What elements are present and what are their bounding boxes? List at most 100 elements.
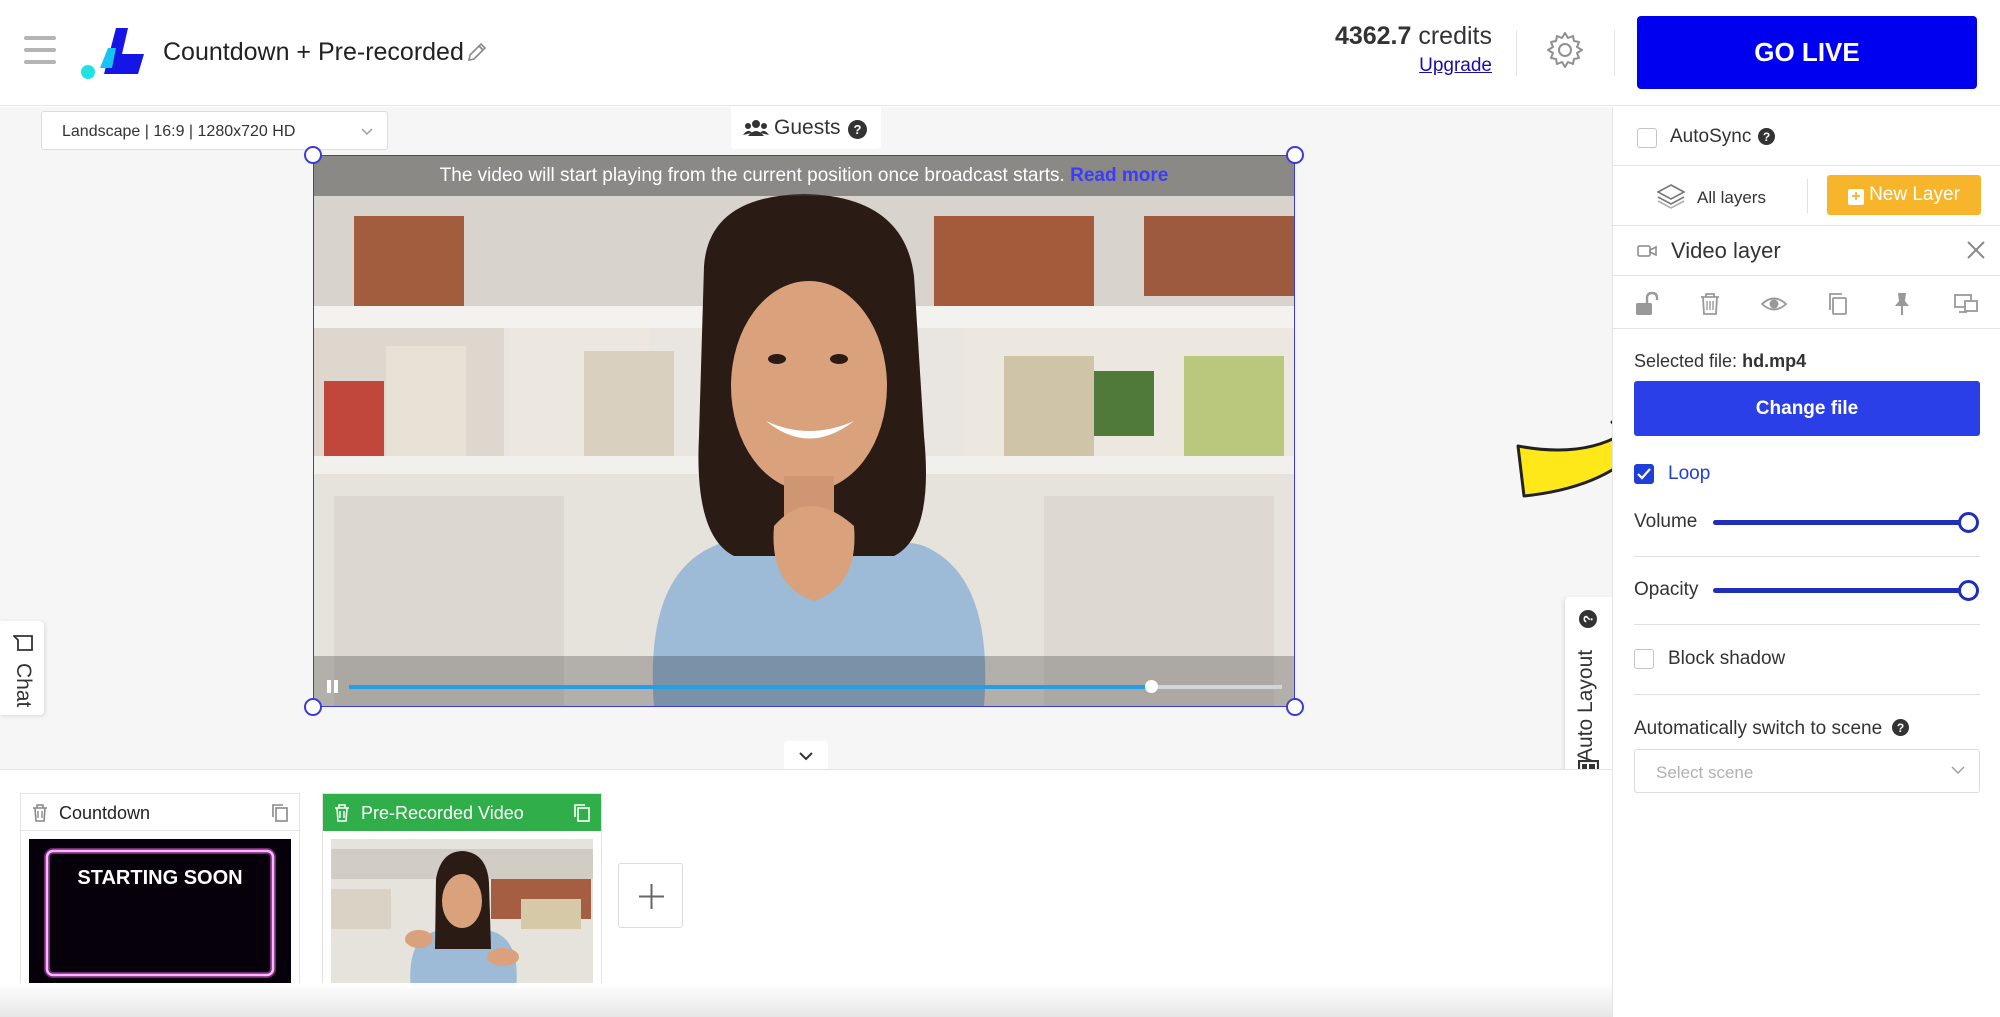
plus-icon: + xyxy=(1848,189,1865,205)
header-divider xyxy=(1516,30,1517,76)
all-layers-label: All layers xyxy=(1697,188,1766,207)
bottom-shadow xyxy=(0,983,1612,1017)
layer-title: Video layer xyxy=(1671,238,1781,263)
read-more-link[interactable]: Read more xyxy=(1070,165,1168,186)
copy-icon[interactable] xyxy=(573,803,591,823)
collapse-scenes-button[interactable] xyxy=(784,741,828,771)
chat-tab[interactable]: Chat xyxy=(0,621,44,715)
divider xyxy=(1613,225,2000,226)
resize-handle-top-right[interactable] xyxy=(1286,146,1304,164)
header-divider xyxy=(1614,30,1615,76)
scene-name: Countdown xyxy=(59,803,151,823)
guests-tab[interactable]: Guests ? xyxy=(731,107,881,149)
app: Countdown + Pre-recorded 4362.7 credits … xyxy=(0,0,2000,1017)
resize-handle-bottom-left[interactable] xyxy=(304,698,322,716)
video-preview xyxy=(314,156,1294,706)
trash-icon[interactable] xyxy=(333,803,351,823)
block-shadow-checkbox[interactable] xyxy=(1634,649,1654,669)
gear-icon[interactable] xyxy=(1545,30,1585,70)
slider-fill xyxy=(1713,588,1968,593)
pause-icon[interactable] xyxy=(326,679,340,695)
video-stage[interactable]: The video will start playing from the cu… xyxy=(313,155,1295,707)
all-layers-button[interactable]: All layers xyxy=(1657,177,1827,215)
scene-header: Countdown xyxy=(21,794,299,831)
close-icon[interactable] xyxy=(1964,238,1988,262)
unlock-icon[interactable] xyxy=(1633,291,1659,317)
help-icon[interactable]: ? xyxy=(1758,128,1775,145)
resize-handle-top-left[interactable] xyxy=(304,146,322,164)
divider xyxy=(1613,275,2000,276)
divider xyxy=(1613,165,2000,166)
logo-icon xyxy=(81,28,144,79)
volume-slider[interactable] xyxy=(1713,512,1979,533)
loop-label: Loop xyxy=(1668,463,1711,484)
eye-icon[interactable] xyxy=(1761,291,1787,317)
users-icon xyxy=(743,120,769,136)
upgrade-link[interactable]: Upgrade xyxy=(1419,55,1492,77)
slider-fill xyxy=(1713,520,1968,525)
svg-text:?: ? xyxy=(854,122,862,137)
change-file-button[interactable]: Change file xyxy=(1634,381,1980,436)
selected-file-name: hd.mp4 xyxy=(1742,351,1807,371)
chevron-down-icon xyxy=(361,128,373,135)
chat-label: Chat xyxy=(12,663,35,708)
scene-name: Pre-Recorded Video xyxy=(361,803,524,823)
top-header: Countdown + Pre-recorded 4362.7 credits … xyxy=(0,0,2000,106)
screens-icon[interactable] xyxy=(1953,291,1979,317)
resolution-select[interactable]: Landscape | 16:9 | 1280x720 HD xyxy=(41,111,388,150)
auto-switch-label: Automatically switch to scene xyxy=(1634,718,1883,739)
divider xyxy=(1634,624,1980,625)
video-camera-icon xyxy=(1637,245,1657,257)
auto-layout-tab[interactable]: ? Auto Layout xyxy=(1565,597,1612,790)
checkmark-icon xyxy=(1637,468,1651,480)
help-icon[interactable]: ? xyxy=(1578,609,1598,629)
opacity-label: Opacity xyxy=(1634,579,1699,600)
copy-icon[interactable] xyxy=(271,803,289,823)
selected-file: Selected file: hd.mp4 xyxy=(1634,351,1806,372)
go-live-button[interactable]: GO LIVE xyxy=(1637,16,1977,89)
divider-vertical xyxy=(1807,179,1808,213)
copy-icon[interactable] xyxy=(1825,291,1851,317)
auto-layout-label: Auto Layout xyxy=(1574,649,1597,762)
scene-card-pre-recorded[interactable]: Pre-Recorded Video xyxy=(322,793,602,998)
layers-icon xyxy=(1657,184,1685,209)
thumbnail-text: STARTING SOON xyxy=(77,867,242,889)
edit-pencil-icon[interactable] xyxy=(466,41,488,63)
new-layer-button[interactable]: + New Layer xyxy=(1827,175,1981,215)
pin-icon[interactable] xyxy=(1889,291,1915,317)
credits-unit: credits xyxy=(1418,22,1492,50)
svg-text:?: ? xyxy=(1897,721,1904,735)
slider-thumb[interactable] xyxy=(1957,512,1979,533)
help-icon[interactable]: ? xyxy=(1892,719,1909,736)
divider xyxy=(1613,328,2000,329)
divider xyxy=(1634,694,1980,695)
hamburger-menu-icon[interactable] xyxy=(24,36,56,66)
notice-text: The video will start playing from the cu… xyxy=(439,165,1065,186)
project-title: Countdown + Pre-recorded xyxy=(163,38,464,66)
progress-thumb[interactable] xyxy=(1144,680,1158,693)
guests-label: Guests xyxy=(774,116,841,139)
video-controls xyxy=(314,666,1294,706)
autosync-label: AutoSync xyxy=(1670,126,1752,147)
block-shadow-label: Block shadow xyxy=(1668,648,1786,669)
layer-settings-panel: AutoSync ? All layers + New Layer Video l… xyxy=(1612,107,2000,1017)
divider xyxy=(1634,556,1980,557)
credits-value: 4362.7 xyxy=(1334,22,1412,50)
trash-icon[interactable] xyxy=(31,803,49,823)
slider-thumb[interactable] xyxy=(1957,580,1979,601)
volume-label: Volume xyxy=(1634,511,1698,532)
resolution-value: Landscape | 16:9 | 1280x720 HD xyxy=(62,123,296,140)
scene-header: Pre-Recorded Video xyxy=(323,794,601,831)
loop-checkbox[interactable] xyxy=(1634,464,1654,484)
video-progress-bar[interactable] xyxy=(349,680,1282,693)
resize-handle-bottom-right[interactable] xyxy=(1286,698,1304,716)
progress-fill xyxy=(349,685,1152,689)
scene-select[interactable]: Select scene xyxy=(1634,749,1980,793)
opacity-slider[interactable] xyxy=(1713,580,1979,601)
help-icon[interactable]: ? xyxy=(848,120,867,139)
canvas-area: Landscape | 16:9 | 1280x720 HD Guests ? xyxy=(0,107,1612,790)
trash-icon[interactable] xyxy=(1697,291,1723,317)
add-scene-button[interactable] xyxy=(618,863,683,928)
autosync-checkbox[interactable] xyxy=(1637,128,1657,148)
scene-card-countdown[interactable]: Countdown STARTING SOON xyxy=(20,793,300,998)
